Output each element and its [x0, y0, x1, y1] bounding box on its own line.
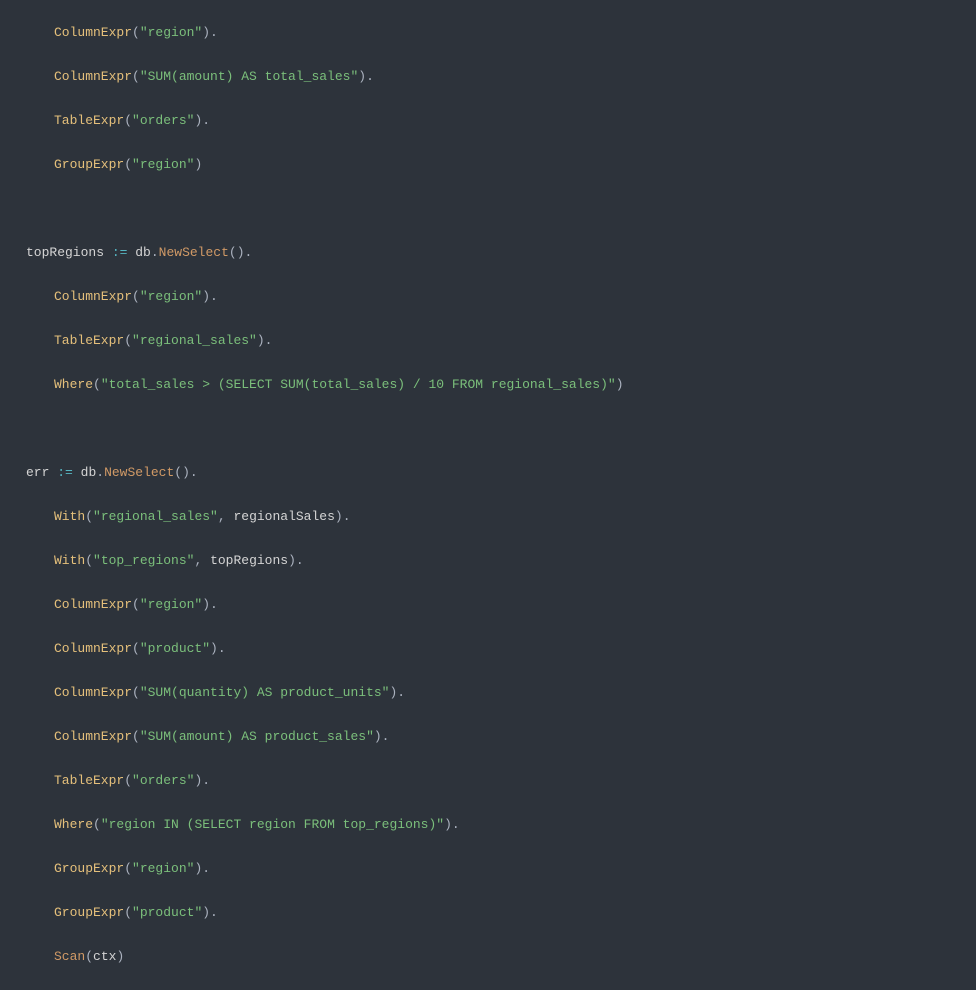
string-literal: "regional_sales" — [93, 509, 218, 524]
string-literal: "product" — [140, 641, 210, 656]
blank-line — [26, 198, 976, 220]
code-line: GroupExpr("product"). — [26, 902, 976, 924]
string-literal: "SUM(amount) AS total_sales" — [140, 69, 358, 84]
blank-line — [26, 418, 976, 440]
assign-op: := — [57, 465, 73, 480]
code-line: err := db.NewSelect(). — [26, 462, 976, 484]
string-literal: "total_sales > (SELECT SUM(total_sales) … — [101, 377, 616, 392]
string-literal: "top_regions" — [93, 553, 194, 568]
code-line: TableExpr("orders"). — [26, 110, 976, 132]
identifier: regionalSales — [233, 509, 334, 524]
string-literal: "SUM(amount) AS product_sales" — [140, 729, 374, 744]
string-literal: "SUM(quantity) AS product_units" — [140, 685, 390, 700]
method-call: GroupExpr — [54, 157, 124, 172]
method-call: Where — [54, 817, 93, 832]
code-line: With("regional_sales", regionalSales). — [26, 506, 976, 528]
method-call: ColumnExpr — [54, 289, 132, 304]
method-call: ColumnExpr — [54, 641, 132, 656]
code-line: GroupExpr("region"). — [26, 858, 976, 880]
method-call: Scan — [54, 949, 85, 964]
method-call: GroupExpr — [54, 861, 124, 876]
method-call: ColumnExpr — [54, 25, 132, 40]
code-line: ColumnExpr("SUM(amount) AS product_sales… — [26, 726, 976, 748]
string-literal: "orders" — [132, 113, 194, 128]
code-line: topRegions := db.NewSelect(). — [26, 242, 976, 264]
method-call: TableExpr — [54, 333, 124, 348]
string-literal: "region" — [132, 861, 194, 876]
code-line: ColumnExpr("SUM(amount) AS total_sales")… — [26, 66, 976, 88]
identifier: db — [135, 245, 151, 260]
code-line: Where("total_sales > (SELECT SUM(total_s… — [26, 374, 976, 396]
method-call: ColumnExpr — [54, 685, 132, 700]
string-literal: "region IN (SELECT region FROM top_regio… — [101, 817, 444, 832]
method-call: NewSelect — [104, 465, 174, 480]
code-line: ColumnExpr("region"). — [26, 286, 976, 308]
string-literal: "region" — [132, 157, 194, 172]
string-literal: "region" — [140, 289, 202, 304]
code-line: ColumnExpr("region"). — [26, 594, 976, 616]
code-line: TableExpr("regional_sales"). — [26, 330, 976, 352]
variable: err — [26, 465, 49, 480]
string-literal: "orders" — [132, 773, 194, 788]
code-line: TableExpr("orders"). — [26, 770, 976, 792]
string-literal: "product" — [132, 905, 202, 920]
method-call: Where — [54, 377, 93, 392]
code-line: With("top_regions", topRegions). — [26, 550, 976, 572]
identifier: ctx — [93, 949, 116, 964]
string-literal: "region" — [140, 597, 202, 612]
method-call: NewSelect — [159, 245, 229, 260]
method-call: TableExpr — [54, 773, 124, 788]
string-literal: "regional_sales" — [132, 333, 257, 348]
method-call: ColumnExpr — [54, 69, 132, 84]
code-line: GroupExpr("region") — [26, 154, 976, 176]
assign-op: := — [112, 245, 128, 260]
method-call: With — [54, 509, 85, 524]
string-literal: "region" — [140, 25, 202, 40]
code-editor[interactable]: ColumnExpr("region"). ColumnExpr("SUM(am… — [0, 0, 976, 990]
code-line: ColumnExpr("region"). — [26, 22, 976, 44]
method-call: TableExpr — [54, 113, 124, 128]
variable: topRegions — [26, 245, 104, 260]
method-call: With — [54, 553, 85, 568]
method-call: ColumnExpr — [54, 597, 132, 612]
identifier: topRegions — [210, 553, 288, 568]
code-line: Where("region IN (SELECT region FROM top… — [26, 814, 976, 836]
code-line: Scan(ctx) — [26, 946, 976, 968]
identifier: db — [81, 465, 97, 480]
method-call: ColumnExpr — [54, 729, 132, 744]
method-call: GroupExpr — [54, 905, 124, 920]
code-line: ColumnExpr("product"). — [26, 638, 976, 660]
code-line: ColumnExpr("SUM(quantity) AS product_uni… — [26, 682, 976, 704]
